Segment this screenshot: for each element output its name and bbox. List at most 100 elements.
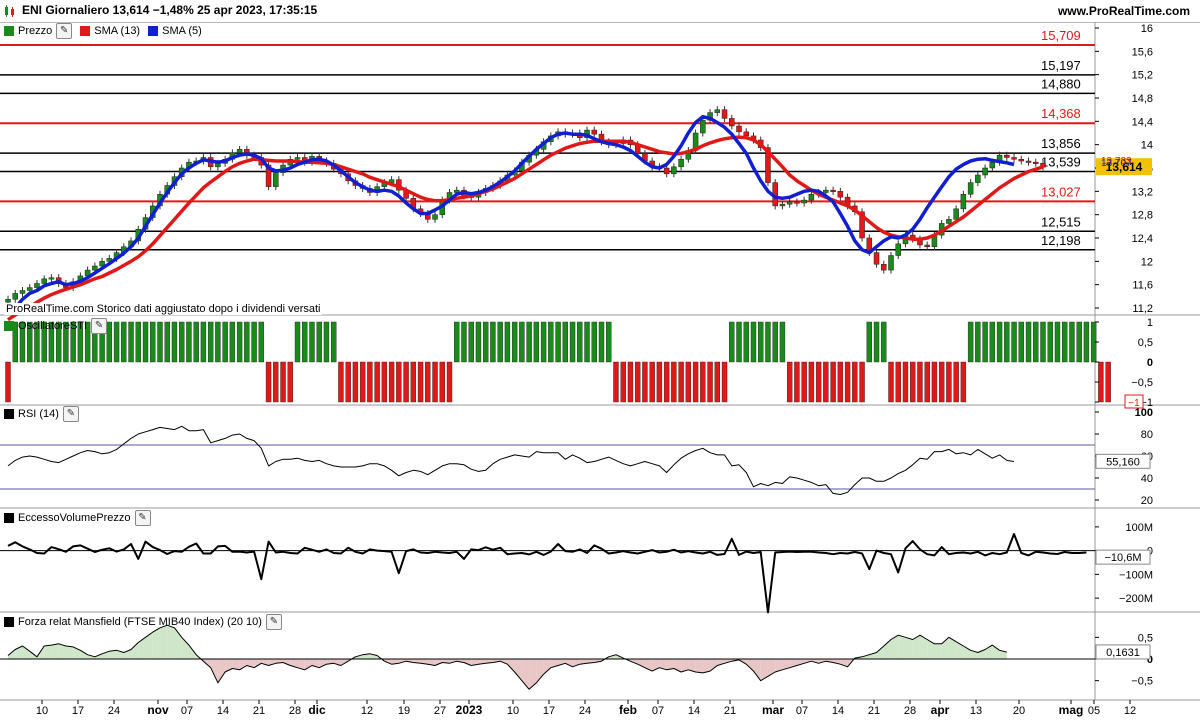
mansfield-area bbox=[254, 659, 262, 668]
wrench-icon[interactable]: ✎ bbox=[91, 318, 108, 334]
sti-bar bbox=[649, 361, 655, 403]
sti-bar bbox=[482, 321, 489, 363]
candle bbox=[743, 131, 750, 137]
sti-bar bbox=[5, 361, 11, 403]
mansfield-area bbox=[753, 659, 761, 681]
mansfield-area bbox=[109, 650, 117, 659]
y-tick-label: 1 bbox=[1147, 317, 1153, 329]
sti-bar bbox=[1054, 321, 1061, 363]
sti-bar bbox=[519, 321, 525, 363]
sti-bar bbox=[294, 321, 301, 363]
y-tick-label: 12,4 bbox=[1132, 233, 1153, 245]
sti-bar bbox=[707, 361, 713, 403]
sti-bar bbox=[982, 321, 988, 363]
level-label: 13,027 bbox=[1041, 184, 1081, 199]
x-tick-label: apr bbox=[931, 703, 950, 717]
sti-bar bbox=[454, 321, 460, 363]
sti-bar bbox=[786, 361, 793, 403]
level-label: 13,539 bbox=[1041, 155, 1081, 170]
sti-bar bbox=[634, 361, 641, 403]
x-tick-label: 05 bbox=[1088, 705, 1100, 717]
sti-bar bbox=[302, 321, 308, 363]
sti-bar bbox=[359, 361, 366, 403]
level-label: 15,709 bbox=[1041, 28, 1081, 43]
x-tick-label: 28 bbox=[289, 705, 301, 717]
sti-bar bbox=[830, 361, 836, 403]
mansfield-area bbox=[934, 643, 942, 659]
sti-bar bbox=[823, 361, 829, 403]
sti-bar bbox=[207, 321, 214, 363]
sti-bar bbox=[844, 361, 851, 403]
sti-bar bbox=[852, 361, 858, 403]
x-tick-label: 17 bbox=[543, 705, 555, 717]
sti-bar bbox=[598, 321, 605, 363]
sti-bar bbox=[171, 321, 178, 363]
mansfield-area bbox=[167, 625, 175, 659]
sti-bar bbox=[338, 361, 344, 403]
sti-bar bbox=[200, 321, 207, 363]
sti-bar bbox=[678, 361, 684, 403]
y-tick-label: 11,2 bbox=[1132, 303, 1153, 315]
y-tick-label: 12,8 bbox=[1132, 210, 1153, 222]
sti-bar bbox=[758, 321, 764, 363]
candle bbox=[837, 191, 844, 198]
candle bbox=[881, 264, 887, 271]
sti-bar bbox=[721, 361, 728, 403]
candle bbox=[888, 255, 894, 271]
candle bbox=[48, 277, 55, 280]
sti-bar bbox=[396, 361, 402, 403]
sti-bar bbox=[1004, 321, 1010, 363]
mansfield-area bbox=[514, 659, 522, 681]
sti-bar bbox=[533, 321, 540, 363]
y-tick-label: 80 bbox=[1141, 429, 1153, 441]
sti-bar bbox=[765, 321, 771, 363]
y-tick-label: 0,5 bbox=[1138, 337, 1153, 349]
candle bbox=[779, 203, 786, 207]
sti-bar bbox=[895, 361, 901, 403]
sti-bar bbox=[685, 361, 692, 403]
mansfield-area bbox=[44, 645, 52, 659]
price-legend: Prezzo ✎ SMA (13) SMA (5) bbox=[4, 23, 202, 39]
mansfield-area bbox=[22, 646, 30, 659]
x-tick-label: 13 bbox=[970, 705, 982, 717]
sti-legend-label: OscillatoreSTI bbox=[18, 320, 88, 332]
mansfield-area bbox=[159, 625, 168, 659]
sti-bar bbox=[815, 361, 822, 403]
price-legend-label: Prezzo bbox=[18, 25, 53, 37]
sti-bar bbox=[193, 321, 199, 363]
level-label: 14,368 bbox=[1041, 106, 1081, 121]
volume-line bbox=[7, 533, 1087, 614]
mansfield-area bbox=[565, 659, 573, 667]
wrench-icon[interactable]: ✎ bbox=[134, 510, 151, 526]
sti-bar bbox=[468, 321, 474, 363]
sti-bar bbox=[410, 361, 417, 403]
sti-bar bbox=[881, 321, 887, 363]
candle bbox=[801, 199, 807, 204]
sti-bar bbox=[743, 321, 749, 363]
sti-bar bbox=[975, 321, 981, 363]
x-tick-label: 07 bbox=[181, 705, 193, 717]
sti-bar bbox=[888, 361, 894, 403]
y-tick-label: 16 bbox=[1141, 23, 1153, 35]
sti-bar bbox=[425, 361, 431, 403]
wrench-icon[interactable]: ✎ bbox=[56, 23, 73, 39]
mansfield-area bbox=[131, 642, 139, 659]
y-tick-label: −0,5 bbox=[1131, 676, 1153, 688]
y-tick-label: 11,6 bbox=[1132, 280, 1153, 292]
candle bbox=[989, 161, 996, 169]
sti-bar bbox=[121, 321, 127, 363]
wrench-icon[interactable]: ✎ bbox=[62, 406, 79, 422]
sti-bar bbox=[1033, 321, 1039, 363]
mansfield-area bbox=[138, 637, 146, 659]
sti-bar bbox=[323, 321, 330, 363]
candle bbox=[12, 293, 18, 300]
sma5-axis-tag: 13,707 bbox=[1101, 158, 1132, 169]
sti-bar bbox=[750, 321, 757, 363]
sti-bar bbox=[1040, 321, 1046, 363]
wrench-icon[interactable]: ✎ bbox=[265, 614, 282, 630]
candle bbox=[729, 118, 735, 127]
sti-bar bbox=[475, 321, 482, 363]
chart-area: 1615,615,214,814,41413,613,212,812,41211… bbox=[0, 22, 1200, 717]
x-tick-label: 19 bbox=[398, 705, 410, 717]
level-label: 13,856 bbox=[1041, 136, 1081, 151]
